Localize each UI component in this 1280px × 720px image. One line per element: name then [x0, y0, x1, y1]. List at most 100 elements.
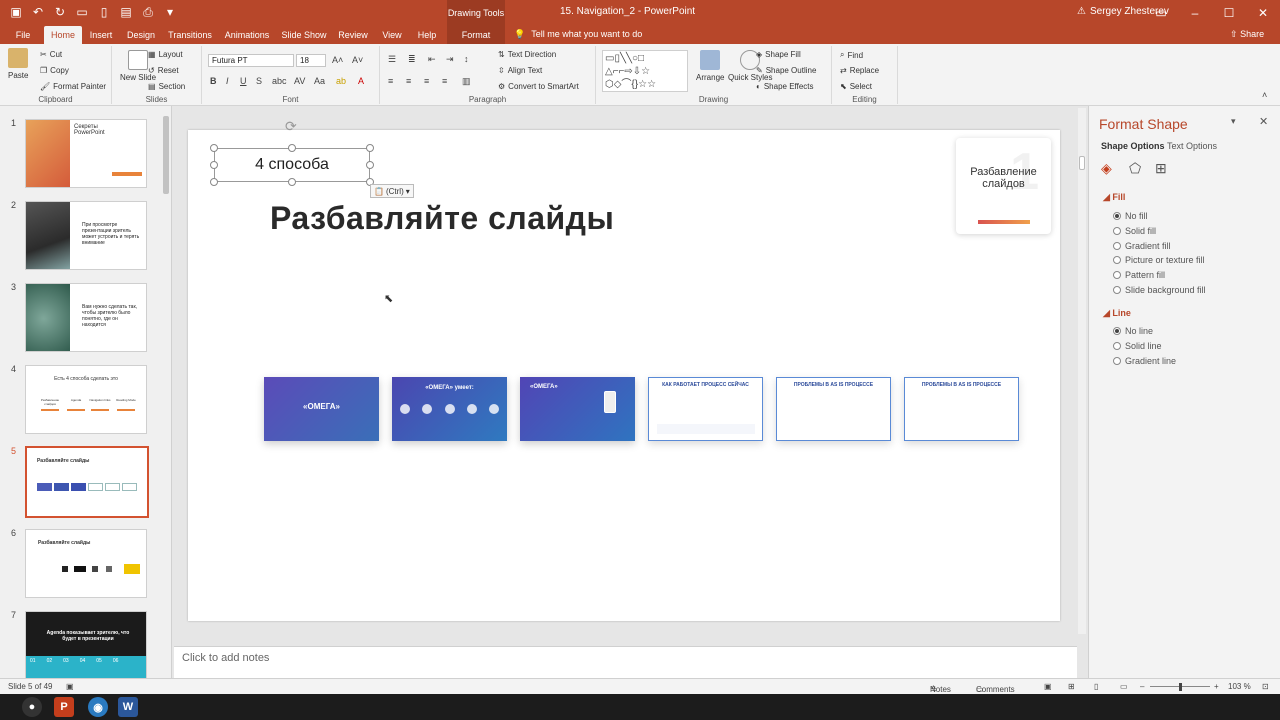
close-icon[interactable]: ✕: [1246, 0, 1280, 26]
increase-indent-icon[interactable]: ⇥: [446, 54, 454, 65]
thumbnails-scroll-thumb[interactable]: [163, 116, 169, 194]
new-file-icon[interactable]: ▯: [96, 4, 112, 20]
resize-handle[interactable]: [210, 144, 218, 152]
italic-icon[interactable]: I: [226, 76, 229, 86]
word-taskbar-icon[interactable]: W: [118, 697, 138, 717]
rotate-handle-icon[interactable]: ⟳: [285, 118, 297, 135]
tab-review[interactable]: Review: [336, 26, 370, 44]
align-left-icon[interactable]: ≡: [388, 76, 393, 86]
numbering-icon[interactable]: ≣: [408, 54, 416, 65]
tab-design[interactable]: Design: [124, 26, 158, 44]
arrange-button[interactable]: Arrange: [696, 50, 724, 82]
tab-file[interactable]: File: [8, 26, 38, 44]
resize-handle[interactable]: [210, 161, 218, 169]
decrease-indent-icon[interactable]: ⇤: [428, 54, 436, 65]
increase-font-icon[interactable]: A˄: [332, 55, 343, 65]
ribbon-display-options-icon[interactable]: ▭: [1144, 0, 1178, 26]
bold-icon[interactable]: B: [210, 76, 217, 86]
mini-slide-2[interactable]: «ОМЕГА» умеет:: [392, 377, 507, 441]
shadow-icon[interactable]: S: [256, 76, 262, 86]
size-properties-icon[interactable]: ⊞: [1155, 160, 1167, 177]
tab-transitions[interactable]: Transitions: [166, 26, 214, 44]
strikethrough-icon[interactable]: abc: [272, 76, 287, 86]
slide-scrollbar[interactable]: [1078, 108, 1086, 634]
tab-slide-show[interactable]: Slide Show: [280, 26, 328, 44]
tab-shape-options[interactable]: Shape Options: [1101, 141, 1165, 151]
notes-pane[interactable]: Click to add notes: [174, 646, 1077, 678]
reading-view-icon[interactable]: ▯: [1094, 682, 1098, 691]
effects-pentagon-icon[interactable]: ⬠: [1129, 160, 1141, 177]
slide-thumbnail-5-selected[interactable]: Разбавляйте слайды: [25, 446, 149, 518]
open-file-icon[interactable]: ▤: [118, 4, 134, 20]
fill-option-solid[interactable]: Solid fill: [1113, 226, 1156, 236]
shape-fill-button[interactable]: ◈ Shape Fill: [756, 50, 801, 59]
undo-icon[interactable]: ↶: [30, 4, 46, 20]
columns-icon[interactable]: ▥: [462, 76, 471, 87]
line-option-no-line[interactable]: No line: [1113, 326, 1153, 336]
slide-thumbnail-4[interactable]: Есть 4 способа сделать это Разбавление с…: [25, 365, 147, 434]
tab-text-options[interactable]: Text Options: [1167, 141, 1217, 151]
change-case-icon[interactable]: Aa: [314, 76, 325, 86]
cut-button[interactable]: ✂ Cut: [40, 50, 62, 59]
shape-icon[interactable]: ▭▯╲╲○□: [605, 53, 644, 64]
font-color-icon[interactable]: A: [358, 76, 364, 86]
line-option-gradient[interactable]: Gradient line: [1113, 356, 1176, 366]
align-right-icon[interactable]: ≡: [424, 76, 429, 86]
section-card[interactable]: 1 Разбавление слайдов: [956, 138, 1051, 234]
align-center-icon[interactable]: ≡: [406, 76, 411, 86]
slide-title[interactable]: Разбавляйте слайды: [270, 200, 614, 237]
mini-slide-6[interactable]: ПРОБЛЕМЫ В AS IS ПРОЦЕССЕ: [904, 377, 1019, 441]
replace-button[interactable]: ⇄ Replace: [840, 66, 879, 75]
char-spacing-icon[interactable]: AV: [294, 76, 305, 86]
resize-handle[interactable]: [288, 178, 296, 186]
slide-thumbnail-6[interactable]: Разбавляйте слайды: [25, 529, 147, 598]
align-text-button[interactable]: ⇳ Align Text: [498, 66, 542, 75]
justify-icon[interactable]: ≡: [442, 76, 447, 86]
zoom-level[interactable]: 103 %: [1228, 682, 1251, 691]
taskbar-app-icon[interactable]: ●: [22, 697, 42, 717]
resize-handle[interactable]: [288, 144, 296, 152]
layout-button[interactable]: ▦ Layout: [148, 50, 183, 59]
powerpoint-taskbar-icon[interactable]: P: [54, 697, 74, 717]
slideshow-view-icon[interactable]: ▭: [1120, 682, 1128, 691]
fill-option-no-fill[interactable]: No fill: [1113, 211, 1148, 221]
fill-option-pattern[interactable]: Pattern fill: [1113, 270, 1165, 280]
slide-thumbnail-7[interactable]: Agenda показывает зрителю, что будет в п…: [25, 611, 147, 678]
shape-icon[interactable]: ⬡◇⌒{}☆☆: [605, 79, 656, 90]
mini-slide-1[interactable]: «ОМЕГА»: [264, 377, 379, 441]
customize-qat-icon[interactable]: ▾: [162, 4, 178, 20]
slide-sorter-icon[interactable]: ⊞: [1068, 682, 1075, 691]
resize-handle[interactable]: [366, 161, 374, 169]
shape-icon[interactable]: △⌐⌐⇨⇩☆: [605, 66, 650, 77]
bullets-icon[interactable]: ☰: [388, 54, 396, 65]
slide-thumbnail-2[interactable]: При просмотре презентации зритель может …: [25, 201, 147, 270]
paste-button[interactable]: Paste: [8, 48, 28, 80]
close-pane-icon[interactable]: ✕: [1259, 115, 1268, 128]
spellcheck-icon[interactable]: ▣: [66, 682, 74, 691]
shape-effects-button[interactable]: ◐ Shape Effects: [756, 82, 814, 91]
convert-smartart-button[interactable]: ⚙ Convert to SmartArt: [498, 82, 579, 91]
line-option-solid[interactable]: Solid line: [1113, 341, 1162, 351]
section-button[interactable]: ▤ Section: [148, 82, 185, 91]
current-slide[interactable]: 4 способа ⟳ 📋 (Ctrl) ▾ Разбавляйте слайд…: [188, 118, 1060, 621]
slide-scroll-thumb[interactable]: [1079, 156, 1085, 170]
selected-textbox[interactable]: 4 способа: [214, 148, 370, 182]
font-name-field[interactable]: Futura PT: [208, 54, 294, 67]
slideshow-start-icon[interactable]: ▭: [74, 4, 90, 20]
browser-taskbar-icon[interactable]: ◉: [88, 697, 108, 717]
zoom-out-icon[interactable]: –: [1140, 682, 1144, 691]
maximize-icon[interactable]: ☐: [1212, 0, 1246, 26]
tab-view[interactable]: View: [378, 26, 406, 44]
fill-section-header[interactable]: ◢ Fill: [1103, 192, 1125, 203]
reset-button[interactable]: ↺ Reset: [148, 66, 179, 75]
resize-handle[interactable]: [210, 178, 218, 186]
collapse-ribbon-icon[interactable]: ˄: [1262, 90, 1267, 100]
mini-slide-4[interactable]: КАК РАБОТАЕТ ПРОЦЕСС СЕЙЧАС: [648, 377, 763, 441]
font-size-field[interactable]: 18: [296, 54, 326, 67]
save-icon[interactable]: ▣: [8, 4, 24, 20]
fit-to-window-icon[interactable]: ⊡: [1262, 682, 1269, 691]
copy-button[interactable]: ❐ Copy: [40, 66, 69, 75]
pane-options-dropdown-icon[interactable]: ▾: [1231, 116, 1236, 127]
line-spacing-icon[interactable]: ↕: [464, 54, 469, 64]
zoom-in-icon[interactable]: +: [1214, 682, 1219, 691]
